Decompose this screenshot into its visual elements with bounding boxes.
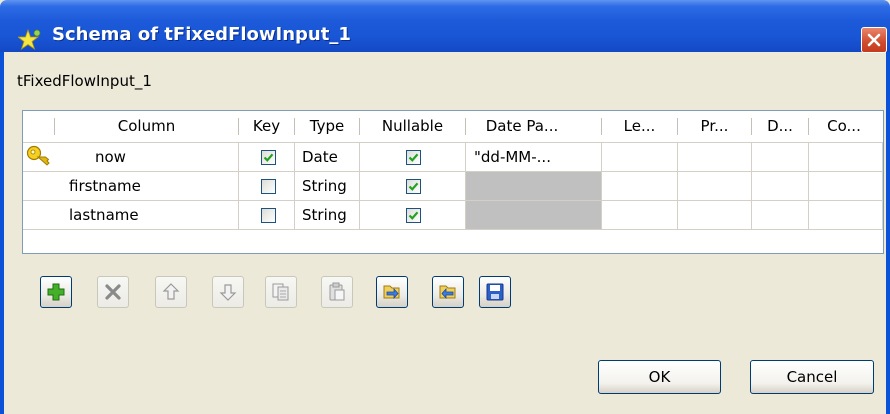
close-icon	[867, 33, 881, 47]
cell-key[interactable]	[239, 172, 295, 201]
move-down-button[interactable]	[212, 276, 244, 308]
ok-button[interactable]: OK	[598, 360, 721, 394]
header-precision[interactable]: Pr...	[678, 111, 751, 142]
move-up-icon	[162, 283, 180, 300]
cell-key[interactable]	[239, 143, 295, 172]
header-comment[interactable]: Co...	[809, 111, 879, 142]
header-date-pattern[interactable]: Date Pa...	[466, 111, 578, 142]
paste-icon	[329, 282, 345, 301]
cell-length[interactable]	[602, 172, 678, 201]
close-button[interactable]	[861, 27, 887, 53]
window-frame-left	[0, 52, 4, 414]
cell-type[interactable]: Date	[295, 143, 360, 172]
cell-comment[interactable]	[809, 143, 883, 172]
key-checkbox[interactable]	[261, 150, 276, 165]
export-icon	[439, 285, 456, 300]
cell-column-name[interactable]: lastname	[55, 201, 239, 230]
cell-precision[interactable]	[678, 172, 752, 201]
cell-comment[interactable]	[809, 172, 883, 201]
paste-button[interactable]	[321, 276, 353, 308]
component-name-label: tFixedFlowInput_1	[17, 72, 152, 90]
cell-type[interactable]: String	[295, 172, 360, 201]
import-schema-button[interactable]	[376, 276, 408, 308]
title-bar[interactable]: Schema of tFixedFlowInput_1	[0, 0, 890, 53]
cell-column-name[interactable]: now	[55, 143, 239, 172]
cell-nullable[interactable]	[360, 201, 466, 230]
delete-icon	[105, 284, 121, 300]
cell-column-name[interactable]: firstname	[55, 172, 239, 201]
table-row[interactable]: lastname String	[23, 201, 883, 230]
header-blank	[23, 111, 54, 142]
cell-date-pattern	[466, 201, 602, 230]
row-key-marker	[23, 201, 55, 230]
save-icon	[486, 283, 504, 301]
cell-date-pattern[interactable]: "dd-MM-...	[466, 143, 602, 172]
copy-icon	[272, 283, 289, 301]
table-header: Column Key Type Nullable Date Pa... Le..…	[23, 111, 883, 143]
header-length[interactable]: Le...	[602, 111, 677, 142]
cell-default[interactable]	[752, 172, 809, 201]
cell-comment[interactable]	[809, 201, 883, 230]
delete-row-button[interactable]	[97, 276, 129, 308]
key-checkbox[interactable]	[261, 208, 276, 223]
move-down-icon	[219, 284, 237, 301]
cell-type[interactable]: String	[295, 201, 360, 230]
export-schema-button[interactable]	[432, 276, 464, 308]
talend-star-icon	[16, 28, 42, 56]
cell-nullable[interactable]	[360, 172, 466, 201]
copy-button[interactable]	[265, 276, 297, 308]
cell-precision[interactable]	[678, 201, 752, 230]
cell-default[interactable]	[752, 201, 809, 230]
schema-table[interactable]: Column Key Type Nullable Date Pa... Le..…	[22, 110, 884, 254]
nullable-checkbox[interactable]	[406, 150, 421, 165]
nullable-checkbox[interactable]	[406, 179, 421, 194]
window-frame-right	[886, 52, 890, 414]
header-type[interactable]: Type	[295, 111, 359, 142]
cell-date-pattern	[466, 172, 602, 201]
header-default[interactable]: D...	[752, 111, 808, 142]
key-checkbox[interactable]	[261, 179, 276, 194]
save-schema-button[interactable]	[479, 276, 511, 308]
add-row-button[interactable]	[40, 276, 72, 308]
cell-key[interactable]	[239, 201, 295, 230]
dialog-title: Schema of tFixedFlowInput_1	[52, 24, 351, 45]
import-icon	[383, 285, 400, 300]
cell-precision[interactable]	[678, 143, 752, 172]
header-key[interactable]: Key	[239, 111, 294, 142]
key-icon	[26, 144, 52, 171]
schema-dialog: Schema of tFixedFlowInput_1 tFixedFlowIn…	[0, 0, 890, 414]
header-column[interactable]: Column	[55, 111, 238, 142]
row-key-marker	[23, 172, 55, 201]
table-row[interactable]: firstname String	[23, 172, 883, 201]
table-row[interactable]: now Date "dd-MM-...	[23, 143, 883, 172]
cell-length[interactable]	[602, 201, 678, 230]
add-icon	[47, 283, 65, 301]
cell-length[interactable]	[602, 143, 678, 172]
move-up-button[interactable]	[155, 276, 187, 308]
nullable-checkbox[interactable]	[406, 208, 421, 223]
cell-nullable[interactable]	[360, 143, 466, 172]
row-key-marker	[23, 143, 55, 172]
cell-default[interactable]	[752, 143, 809, 172]
header-nullable[interactable]: Nullable	[360, 111, 465, 142]
cancel-button[interactable]: Cancel	[750, 360, 874, 394]
